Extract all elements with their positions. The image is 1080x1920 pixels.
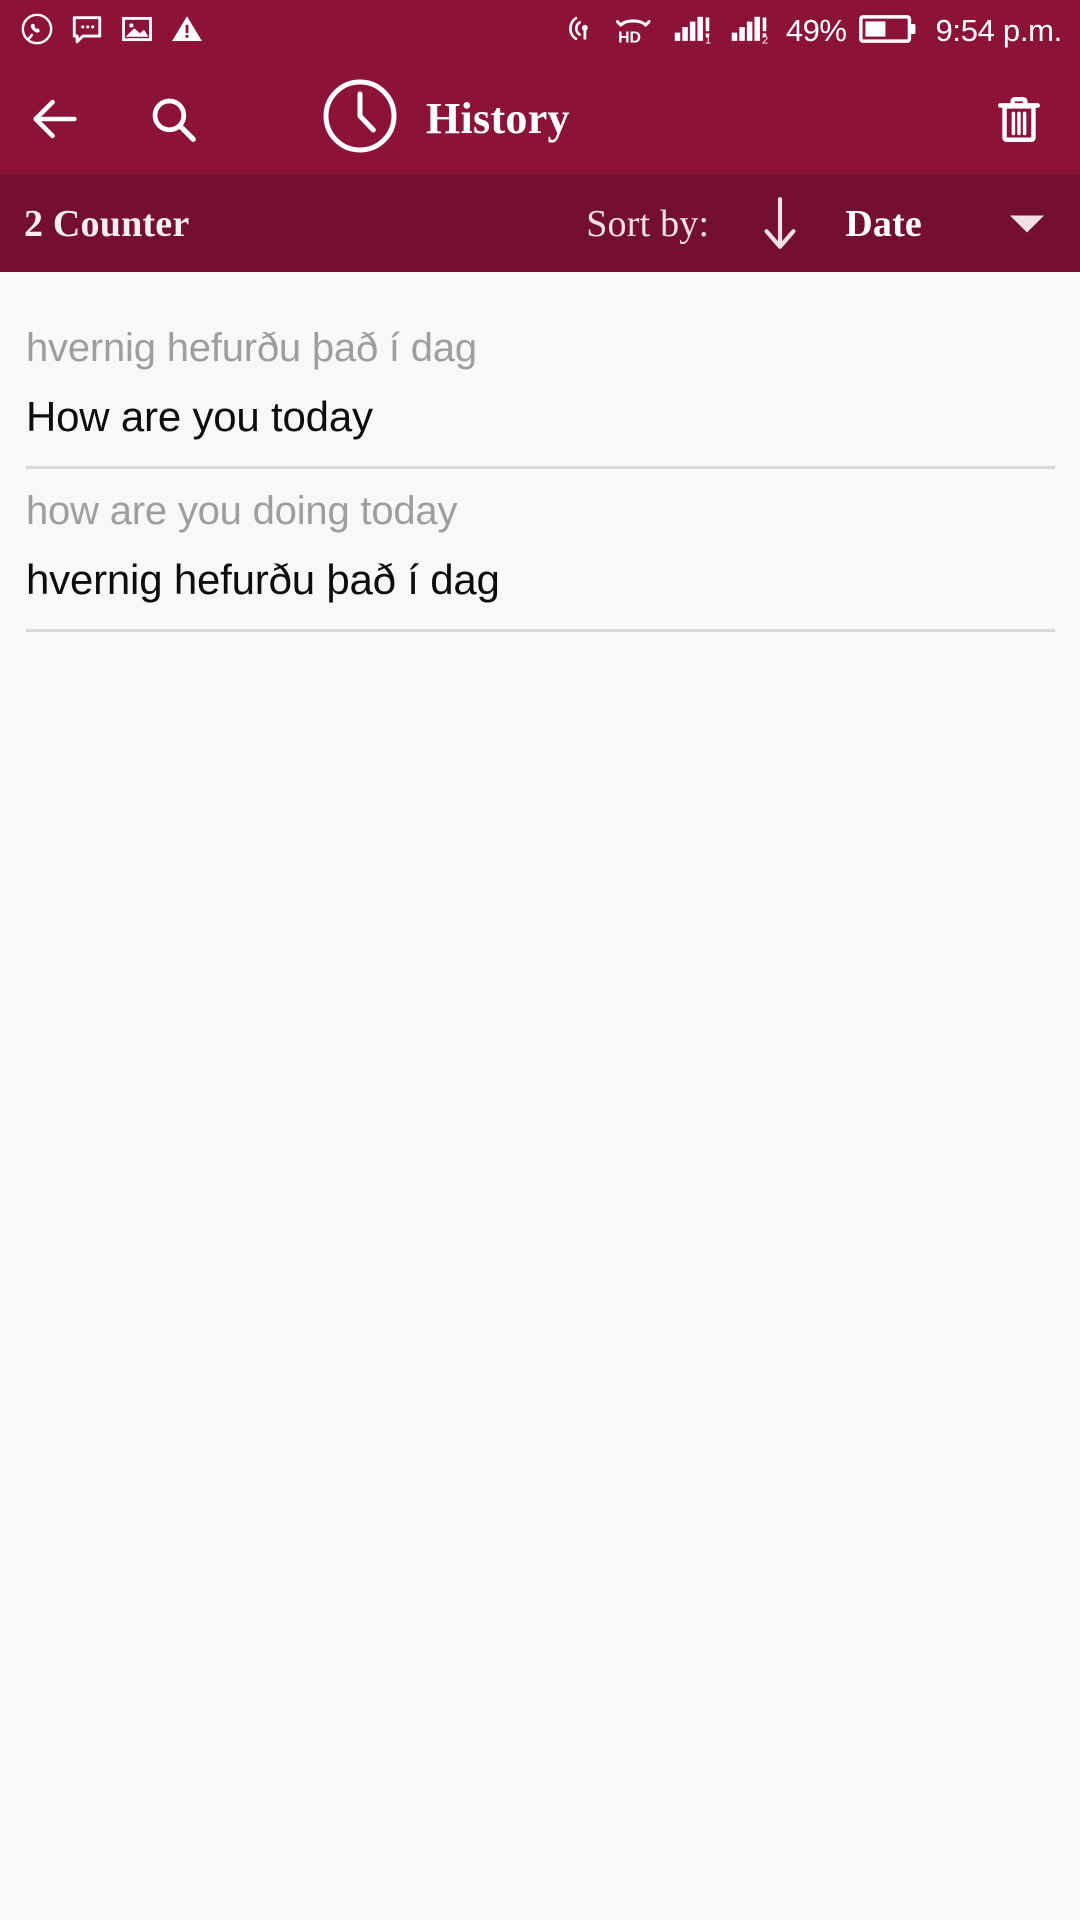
app-bar: History: [0, 62, 1080, 175]
warning-icon: [170, 12, 204, 51]
history-target-text: How are you today: [26, 393, 373, 440]
image-icon: [120, 12, 154, 51]
app-bar-title-group: History: [320, 76, 570, 161]
delete-all-button[interactable]: [986, 86, 1052, 152]
trash-icon: [998, 96, 1040, 142]
sort-direction-descending-icon[interactable]: [753, 195, 807, 253]
hotspot-icon: [567, 12, 600, 50]
history-target-text: hvernig hefurðu það í dag: [26, 556, 500, 603]
history-screen: HD 1 2 49% 9:54 p.m. History 2 Counter S…: [0, 0, 1080, 1920]
sort-field-value[interactable]: Date: [845, 202, 922, 246]
history-clock-icon: [320, 76, 400, 161]
whatsapp-icon: [20, 12, 54, 51]
search-button[interactable]: [140, 86, 206, 152]
signal-sim2-icon: 2: [729, 12, 773, 50]
battery-icon: [859, 14, 917, 49]
list-item[interactable]: hvernig hefurðu það í dag How are you to…: [0, 306, 1080, 466]
sort-bar: 2 Counter Sort by: Date: [0, 175, 1080, 272]
status-bar: HD 1 2 49% 9:54 p.m.: [0, 0, 1080, 62]
history-source-text: hvernig hefurðu það í dag: [26, 326, 477, 370]
history-list[interactable]: hvernig hefurðu það í dag How are you to…: [0, 272, 1080, 1920]
message-icon: [70, 12, 104, 51]
hd-voice-icon: HD: [613, 12, 659, 50]
list-divider: [26, 629, 1055, 632]
svg-text:HD: HD: [618, 29, 641, 45]
chevron-down-icon[interactable]: [1008, 212, 1046, 236]
list-item[interactable]: how are you doing today hvernig hefurðu …: [0, 469, 1080, 629]
history-counter-label: 2 Counter: [24, 202, 190, 245]
svg-text:1: 1: [705, 35, 711, 45]
clock-label: 9:54 p.m.: [935, 13, 1062, 48]
sort-by-label: Sort by:: [586, 202, 710, 245]
page-title: History: [426, 94, 570, 143]
battery-percent-label: 49%: [785, 13, 847, 48]
history-source-text: how are you doing today: [26, 489, 458, 533]
status-bar-left-icons: [20, 12, 204, 51]
sort-control[interactable]: Sort by: Date: [586, 195, 1046, 253]
back-arrow-icon: [33, 99, 77, 138]
svg-text:2: 2: [762, 35, 768, 45]
status-bar-right-icons: HD 1 2 49% 9:54 p.m.: [567, 12, 1062, 50]
signal-sim1-icon: 1: [672, 12, 716, 50]
search-icon: [152, 98, 196, 142]
back-button[interactable]: [22, 86, 88, 152]
